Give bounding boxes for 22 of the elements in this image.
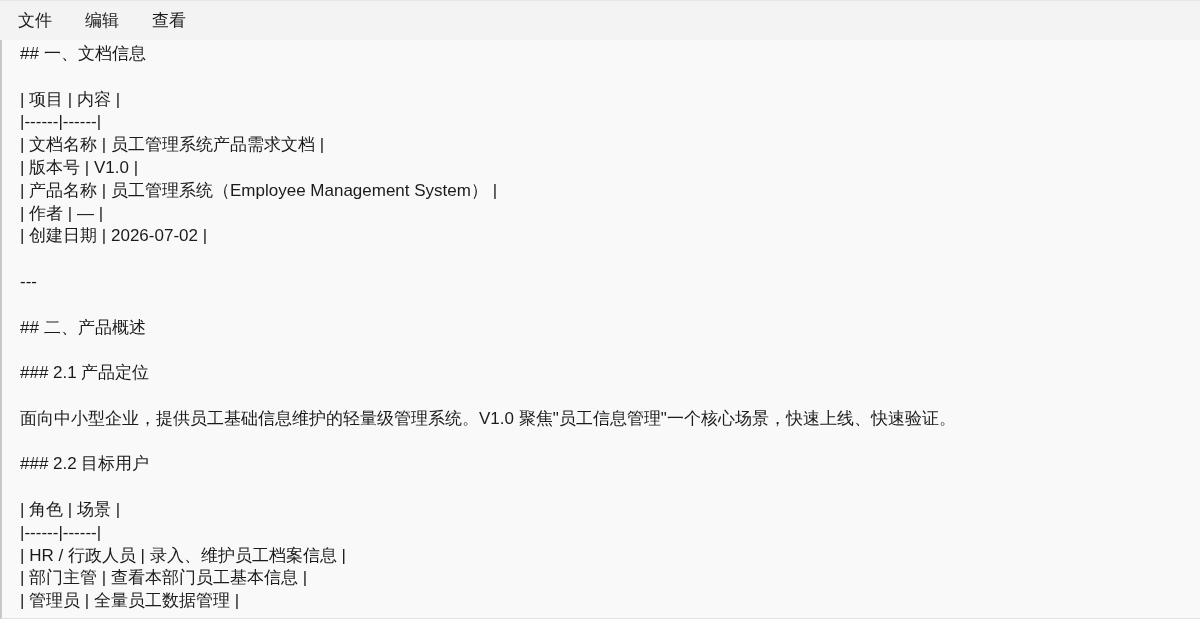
menu-item[interactable]: 文件 [8, 5, 62, 36]
text-line: | 项目 | 内容 | [20, 88, 121, 111]
text-line: | 角色 | 场景 | [20, 498, 121, 521]
text-line: | 管理员 | 全量员工数据管理 | [20, 590, 240, 613]
menu-item[interactable]: 编辑 [75, 5, 129, 36]
text-line: | 部门主管 | 查看本部门员工基本信息 | [20, 567, 308, 590]
text-line: |------|------| [20, 111, 102, 134]
text-line: ### 2.1 产品定位 [20, 362, 150, 385]
menu-item[interactable]: 查看 [142, 5, 196, 36]
text-line: | 版本号 | V1.0 | [20, 157, 139, 179]
text-line: | 作者 | — | [20, 202, 104, 225]
text-line: ### 2.2 目标用户 [20, 453, 150, 476]
text-line: | 创建日期 | 2026-07-02 | [20, 225, 208, 248]
text-line: | 文档名称 | 员工管理系统产品需求文档 | [20, 134, 325, 157]
text-line: | 产品名称 | 员工管理系统（Employee Management System） | [20, 179, 498, 202]
text-line: ## 二、产品概述 [20, 316, 146, 339]
text-editor[interactable] [0, 40, 1200, 619]
text-line: ## 一、文档信息 [20, 43, 146, 65]
text-line: --- [20, 270, 37, 293]
text-line: |------|------| [20, 521, 102, 544]
text-line: 面向中小型企业，提供员工基础信息维护的轻量级管理系统。V1.0 聚焦"员工信息管理"一个核心场景，快速上线、快速验证。 [20, 407, 956, 430]
text-line: | HR / 行政人员 | 录入、维护员工档案信息 | [20, 544, 346, 567]
